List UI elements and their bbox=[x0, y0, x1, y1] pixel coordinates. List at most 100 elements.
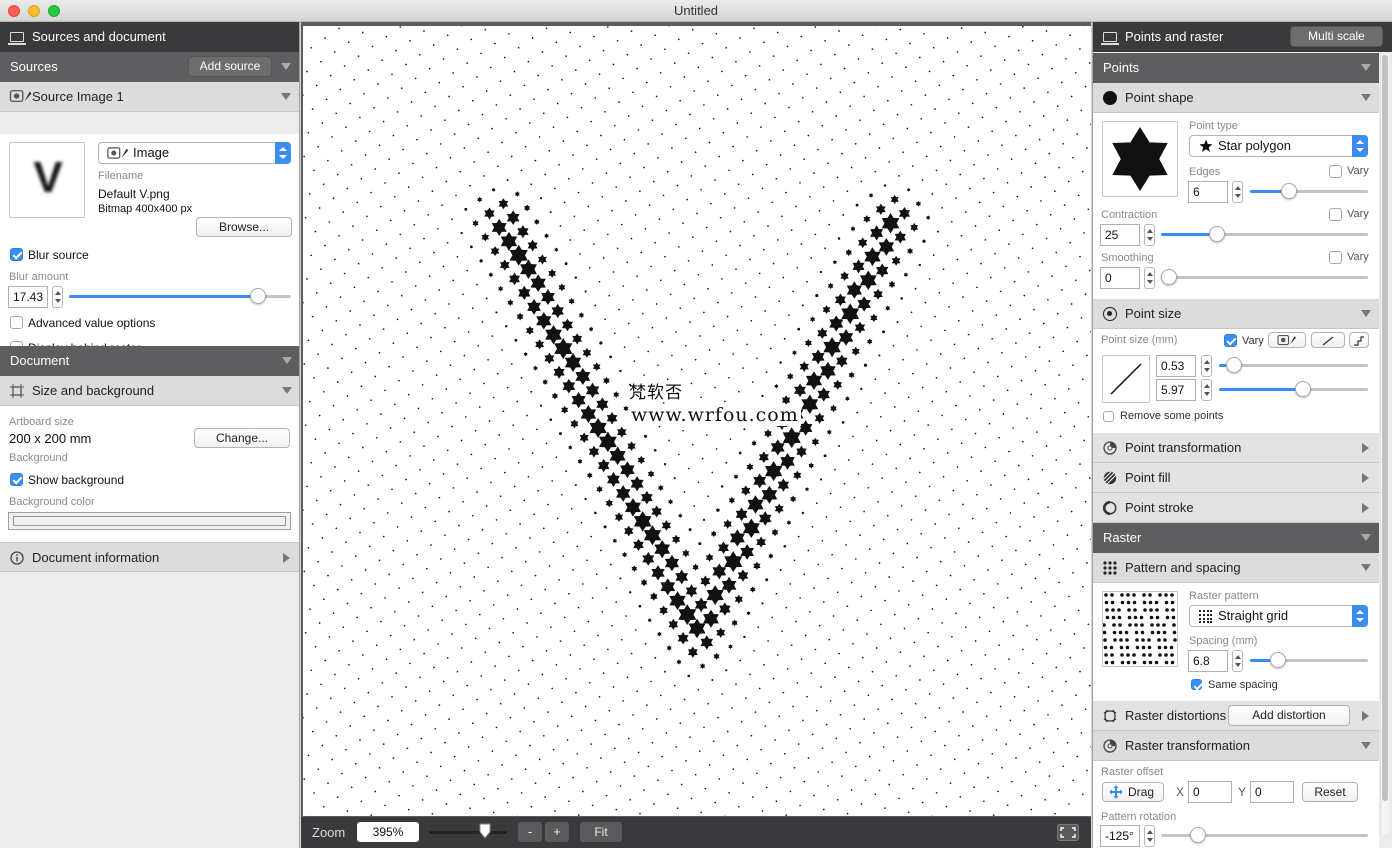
minimize-window-button[interactable] bbox=[28, 5, 40, 17]
point-size-max-slider[interactable] bbox=[1219, 381, 1368, 397]
point-stroke-section[interactable]: Point stroke bbox=[1093, 493, 1379, 523]
chevron-right-icon[interactable] bbox=[283, 553, 290, 563]
spacing-slider[interactable] bbox=[1250, 652, 1368, 668]
spacing-slider-knob[interactable] bbox=[1270, 652, 1286, 668]
point-size-max-field[interactable]: 5.97 bbox=[1156, 379, 1196, 401]
sources-header[interactable]: Sources Add source bbox=[0, 52, 299, 82]
smoothing-slider-knob[interactable] bbox=[1161, 269, 1177, 285]
raster-transformation-section[interactable]: Raster transformation bbox=[1093, 731, 1379, 761]
contraction-stepper[interactable] bbox=[1144, 224, 1155, 246]
smoothing-vary-checkbox[interactable] bbox=[1329, 251, 1342, 264]
chevron-down-icon[interactable] bbox=[281, 63, 291, 70]
point-size-vary-checkbox[interactable] bbox=[1224, 334, 1237, 347]
point-size-max-knob[interactable] bbox=[1295, 381, 1311, 397]
point-shape-section[interactable]: Point shape bbox=[1093, 83, 1379, 113]
zoom-value-field[interactable]: 395% bbox=[357, 822, 419, 842]
reset-offset-button[interactable]: Reset bbox=[1302, 782, 1358, 802]
advanced-value-checkbox[interactable] bbox=[10, 316, 23, 329]
show-background-checkbox[interactable] bbox=[10, 473, 23, 486]
scrollbar-thumb[interactable] bbox=[1382, 55, 1388, 801]
point-size-min-stepper[interactable] bbox=[1201, 355, 1212, 377]
zoom-out-button[interactable]: - bbox=[518, 822, 542, 842]
contraction-slider-knob[interactable] bbox=[1209, 226, 1225, 242]
point-type-select[interactable]: Star polygon bbox=[1189, 135, 1368, 157]
source-type-select[interactable]: Image bbox=[98, 142, 291, 164]
browse-button[interactable]: Browse... bbox=[196, 217, 292, 237]
artboard[interactable]: 梵软否 www.wrfou.com bbox=[303, 26, 1091, 816]
offset-x-field[interactable]: 0 bbox=[1188, 781, 1232, 803]
smoothing-stepper[interactable] bbox=[1144, 267, 1155, 289]
size-source-button[interactable] bbox=[1268, 332, 1306, 348]
pattern-rotation-knob[interactable] bbox=[1190, 827, 1206, 843]
same-spacing-checkbox[interactable] bbox=[1191, 679, 1202, 690]
contraction-vary-checkbox[interactable] bbox=[1329, 208, 1342, 221]
blur-amount-slider[interactable] bbox=[69, 288, 291, 304]
pattern-spacing-section[interactable]: Pattern and spacing bbox=[1093, 553, 1379, 583]
zoom-in-button[interactable]: + bbox=[545, 822, 569, 842]
spacing-field[interactable]: 6.8 bbox=[1188, 650, 1228, 672]
spacing-stepper[interactable] bbox=[1232, 650, 1243, 672]
add-source-button[interactable]: Add source bbox=[188, 56, 272, 77]
chevron-down-icon[interactable] bbox=[1361, 64, 1371, 71]
chevron-right-icon[interactable] bbox=[1362, 443, 1369, 453]
chevron-right-icon[interactable] bbox=[1362, 473, 1369, 483]
offset-y-field[interactable]: 0 bbox=[1250, 781, 1294, 803]
blur-source-checkbox[interactable] bbox=[10, 248, 23, 261]
drag-offset-button[interactable]: Drag bbox=[1102, 782, 1164, 802]
contraction-field[interactable]: 25 bbox=[1100, 224, 1140, 246]
edges-slider-knob[interactable] bbox=[1281, 183, 1297, 199]
blur-amount-field[interactable]: 17.43 bbox=[8, 286, 48, 308]
raster-distortions-section[interactable]: Raster distortions Add distortion bbox=[1093, 701, 1379, 731]
zoom-slider[interactable] bbox=[429, 823, 507, 839]
edges-stepper[interactable] bbox=[1232, 181, 1243, 203]
chevron-right-icon[interactable] bbox=[1362, 711, 1369, 721]
contraction-slider[interactable] bbox=[1161, 226, 1368, 242]
chevron-down-icon[interactable] bbox=[281, 93, 291, 100]
remove-points-checkbox[interactable] bbox=[1103, 411, 1114, 422]
pattern-rotation-stepper[interactable] bbox=[1144, 825, 1155, 847]
background-color-well[interactable] bbox=[8, 512, 291, 530]
multi-scale-button[interactable]: Multi scale bbox=[1290, 26, 1383, 47]
smoothing-slider[interactable] bbox=[1161, 269, 1368, 285]
blur-slider-knob[interactable] bbox=[250, 288, 266, 304]
add-distortion-button[interactable]: Add distortion bbox=[1228, 705, 1350, 726]
point-size-max-stepper[interactable] bbox=[1201, 379, 1212, 401]
pattern-rotation-slider[interactable] bbox=[1161, 827, 1368, 843]
raster-header[interactable]: Raster bbox=[1093, 523, 1379, 553]
edges-slider[interactable] bbox=[1250, 183, 1368, 199]
size-background-section[interactable]: Size and background bbox=[0, 376, 299, 406]
chevron-down-icon[interactable] bbox=[282, 387, 292, 394]
chevron-down-icon[interactable] bbox=[1361, 534, 1371, 541]
point-size-min-knob[interactable] bbox=[1226, 357, 1242, 373]
chevron-right-icon[interactable] bbox=[1362, 503, 1369, 513]
change-size-button[interactable]: Change... bbox=[194, 428, 290, 448]
fullscreen-icon[interactable] bbox=[1057, 824, 1079, 841]
blur-amount-stepper[interactable] bbox=[52, 286, 63, 308]
point-fill-section[interactable]: Point fill bbox=[1093, 463, 1379, 493]
chevron-down-icon[interactable] bbox=[1361, 310, 1371, 317]
chevron-down-icon[interactable] bbox=[1361, 742, 1371, 749]
chevron-down-icon[interactable] bbox=[1361, 564, 1371, 571]
zoom-slider-knob[interactable] bbox=[479, 823, 491, 839]
raster-pattern-select[interactable]: Straight grid bbox=[1189, 605, 1368, 627]
point-size-min-field[interactable]: 0.53 bbox=[1156, 355, 1196, 377]
pattern-rotation-field[interactable]: -125° bbox=[1100, 825, 1140, 847]
zoom-window-button[interactable] bbox=[48, 5, 60, 17]
chevron-down-icon[interactable] bbox=[1361, 94, 1371, 101]
point-size-section[interactable]: Point size bbox=[1093, 299, 1379, 329]
size-curve-step-button[interactable] bbox=[1349, 332, 1369, 348]
point-size-min-slider[interactable] bbox=[1219, 357, 1368, 373]
edges-vary-checkbox[interactable] bbox=[1329, 165, 1342, 178]
fit-button[interactable]: Fit bbox=[580, 822, 622, 842]
smoothing-field[interactable]: 0 bbox=[1100, 267, 1140, 289]
right-panel-scrollbar[interactable] bbox=[1380, 54, 1389, 834]
document-header[interactable]: Document bbox=[0, 346, 299, 376]
points-header[interactable]: Points bbox=[1093, 53, 1379, 83]
point-transformation-section[interactable]: Point transformation bbox=[1093, 433, 1379, 463]
size-curve-linear-button[interactable] bbox=[1311, 332, 1345, 348]
source-thumbnail[interactable]: V bbox=[9, 142, 85, 218]
close-window-button[interactable] bbox=[8, 5, 20, 17]
edges-field[interactable]: 6 bbox=[1188, 181, 1228, 203]
document-information-section[interactable]: Document information bbox=[0, 542, 299, 572]
source-image-section[interactable]: Source Image 1 bbox=[0, 82, 299, 112]
